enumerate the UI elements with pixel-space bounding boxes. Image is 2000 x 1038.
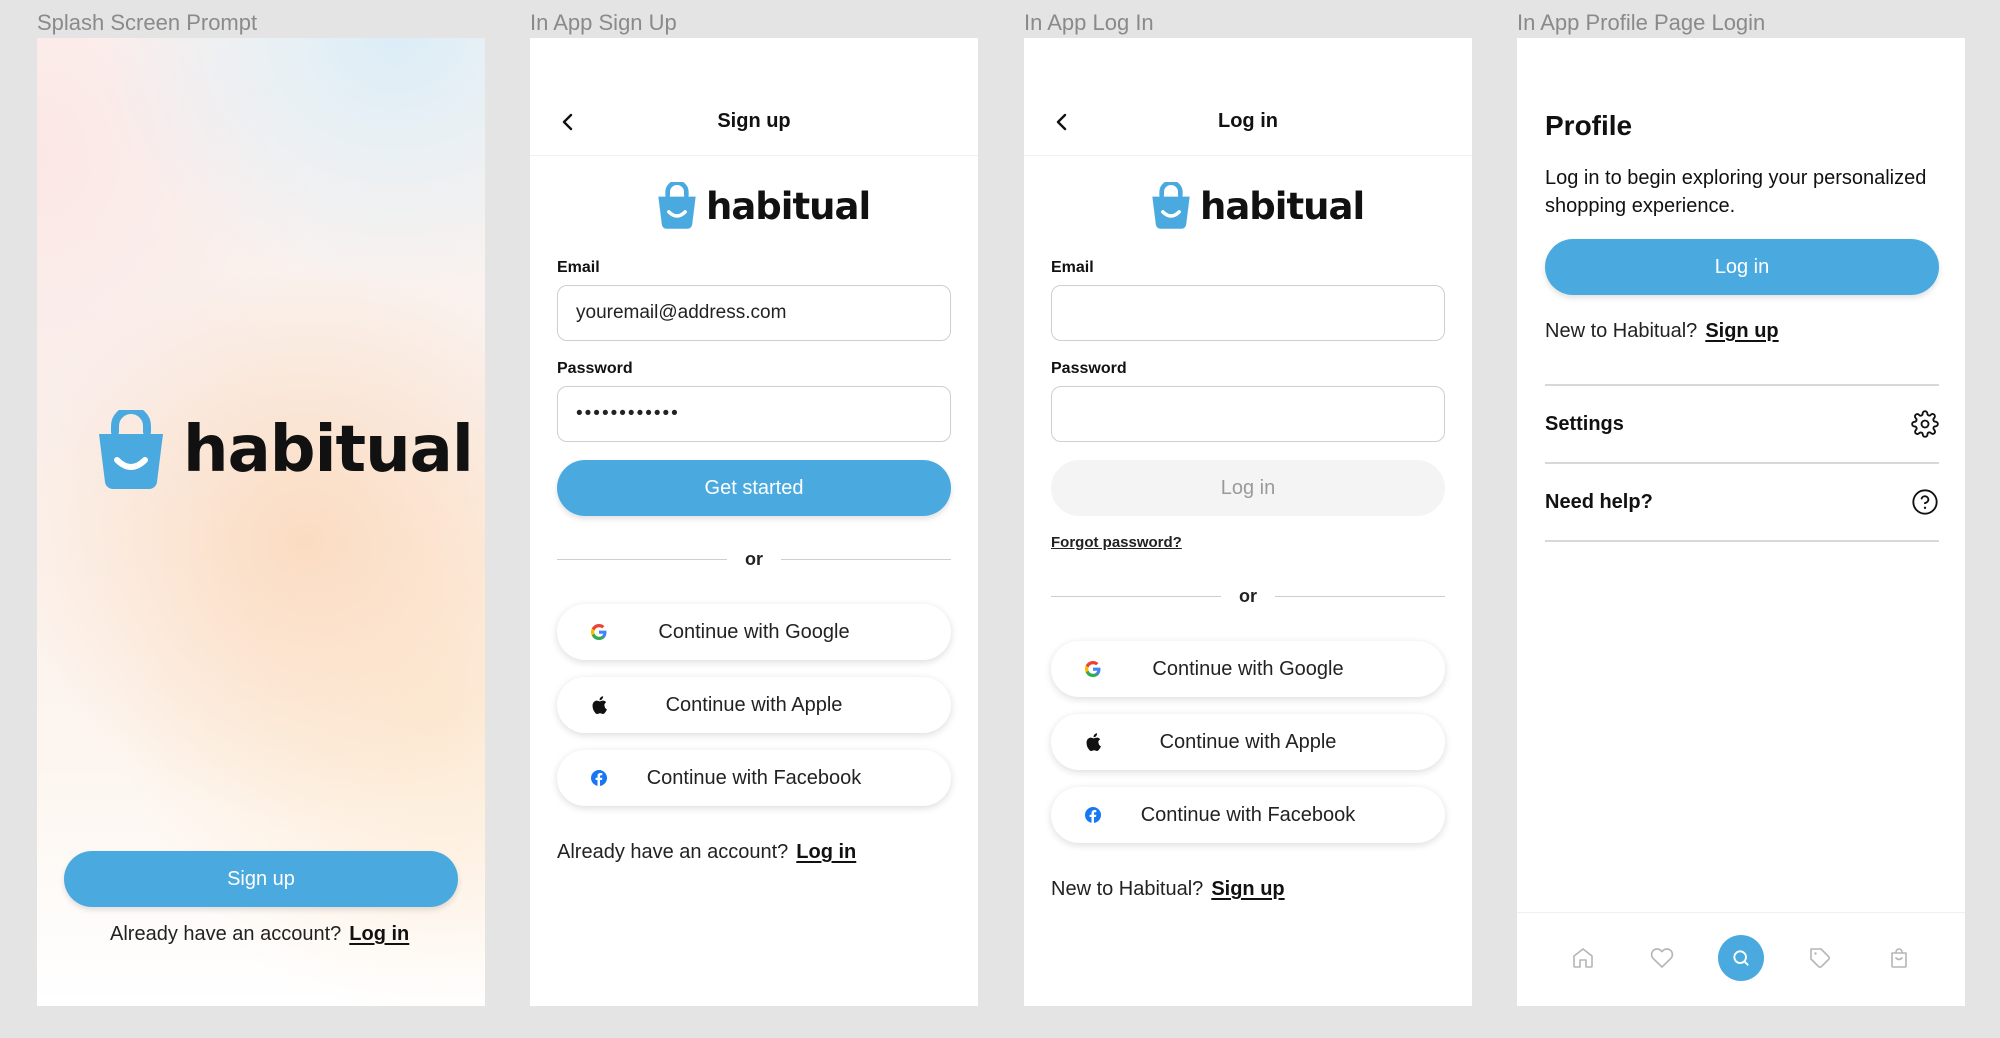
password-label: Password: [557, 360, 633, 377]
tab-home[interactable]: [1560, 935, 1606, 981]
password-label: Password: [1051, 360, 1127, 377]
continue-apple-label: Continue with Apple: [665, 693, 843, 716]
login-prompt-text: Already have an account?: [110, 923, 342, 945]
continue-google-button[interactable]: Continue with Google: [557, 604, 951, 660]
signup-prompt-text: New to Habitual?: [1545, 320, 1698, 342]
signup-prompt: New to Habitual? Sign up: [1545, 320, 1779, 343]
page-title: Log in: [1218, 110, 1278, 132]
frame-label-login: In App Log In: [1024, 10, 1154, 35]
tab-favorites[interactable]: [1639, 935, 1685, 981]
bag-icon: [1891, 948, 1907, 968]
signup-link[interactable]: Sign up: [1705, 320, 1778, 342]
shopping-bag-logo-icon: [1152, 182, 1190, 229]
continue-google-label: Continue with Google: [658, 620, 850, 643]
or-divider: or: [1051, 586, 1445, 606]
login-link[interactable]: Log in: [349, 923, 409, 945]
brand-logo: habitual: [1150, 182, 1365, 230]
email-field[interactable]: [1051, 285, 1445, 341]
login-button[interactable]: Log in: [1545, 239, 1939, 295]
login-header: Log in: [1024, 38, 1472, 156]
heart-icon: [1650, 948, 1674, 968]
shopping-bag-logo-icon: [658, 182, 696, 229]
need-help-row[interactable]: Need help?: [1545, 462, 1939, 540]
tab-search[interactable]: [1718, 935, 1764, 981]
google-icon: [1083, 659, 1103, 679]
email-label: Email: [1051, 259, 1094, 276]
search-icon: [1733, 950, 1749, 966]
continue-facebook-label: Continue with Facebook: [1140, 803, 1356, 826]
continue-apple-button[interactable]: Continue with Apple: [1051, 714, 1445, 770]
signup-prompt: New to Habitual? Sign up: [1051, 878, 1285, 901]
home-icon: [1573, 948, 1593, 968]
settings-label: Settings: [1545, 412, 1624, 435]
signup-button[interactable]: Sign up: [64, 851, 458, 907]
page-title: Sign up: [717, 110, 791, 132]
password-field[interactable]: [1051, 386, 1445, 442]
google-icon: [589, 622, 609, 642]
brand-logo: habitual: [656, 182, 871, 230]
bottom-tab-bar: [1517, 912, 1965, 1006]
continue-facebook-button[interactable]: Continue with Facebook: [557, 750, 951, 806]
login-link[interactable]: Log in: [796, 841, 856, 863]
frame-label-splash: Splash Screen Prompt: [37, 10, 258, 35]
profile-description: Log in to begin exploring your personali…: [1545, 167, 1927, 217]
tab-deals[interactable]: [1797, 935, 1843, 981]
apple-icon: [589, 695, 609, 715]
login-screen: Log in habitual Email Password Log in Fo…: [1024, 38, 1472, 1006]
help-circle-icon: [1912, 489, 1938, 515]
login-prompt: Already have an account? Log in: [110, 923, 409, 946]
tag-icon: [1810, 948, 1830, 968]
apple-icon: [1083, 732, 1103, 752]
email-field[interactable]: youremail@address.com: [557, 285, 951, 341]
continue-google-label: Continue with Google: [1152, 657, 1344, 680]
facebook-icon: [589, 768, 609, 788]
brand-logo: habitual: [95, 410, 474, 490]
tab-bag[interactable]: [1876, 935, 1922, 981]
shopping-bag-logo-icon: [99, 410, 163, 490]
email-label: Email: [557, 259, 600, 276]
or-text: or: [1239, 585, 1257, 606]
password-field[interactable]: ••••••••••••: [557, 386, 951, 442]
continue-facebook-button[interactable]: Continue with Facebook: [1051, 787, 1445, 843]
or-text: or: [745, 548, 763, 569]
need-help-label: Need help?: [1545, 490, 1653, 513]
frame-label-signup: In App Sign Up: [530, 10, 677, 35]
signup-prompt-text: New to Habitual?: [1051, 878, 1204, 900]
settings-row[interactable]: Settings: [1545, 384, 1939, 462]
continue-google-button[interactable]: Continue with Google: [1051, 641, 1445, 697]
splash-screen: habitual Sign up Already have an account…: [37, 38, 485, 1006]
login-button[interactable]: Log in: [1051, 460, 1445, 516]
continue-apple-label: Continue with Apple: [1159, 730, 1337, 753]
facebook-icon: [1083, 805, 1103, 825]
profile-screen: Profile Log in to begin exploring your p…: [1517, 38, 1965, 1006]
continue-facebook-label: Continue with Facebook: [646, 766, 862, 789]
rows-bottom-divider: [1545, 540, 1939, 542]
brand-wordmark: habitual: [1200, 184, 1365, 228]
login-prompt-text: Already have an account?: [557, 841, 789, 863]
brand-wordmark: habitual: [183, 413, 474, 487]
signup-screen: Sign up habitual Email youremail@address…: [530, 38, 978, 1006]
or-divider: or: [557, 549, 951, 569]
forgot-password-link[interactable]: Forgot password?: [1051, 534, 1182, 551]
signup-link[interactable]: Sign up: [1211, 878, 1284, 900]
gear-icon: [1911, 410, 1939, 438]
frame-label-profile: In App Profile Page Login: [1517, 10, 1766, 35]
page-title: Profile: [1545, 110, 1633, 141]
brand-wordmark: habitual: [706, 184, 871, 228]
signup-header: Sign up: [530, 38, 978, 156]
continue-apple-button[interactable]: Continue with Apple: [557, 677, 951, 733]
login-prompt: Already have an account? Log in: [557, 841, 856, 864]
get-started-button[interactable]: Get started: [557, 460, 951, 516]
